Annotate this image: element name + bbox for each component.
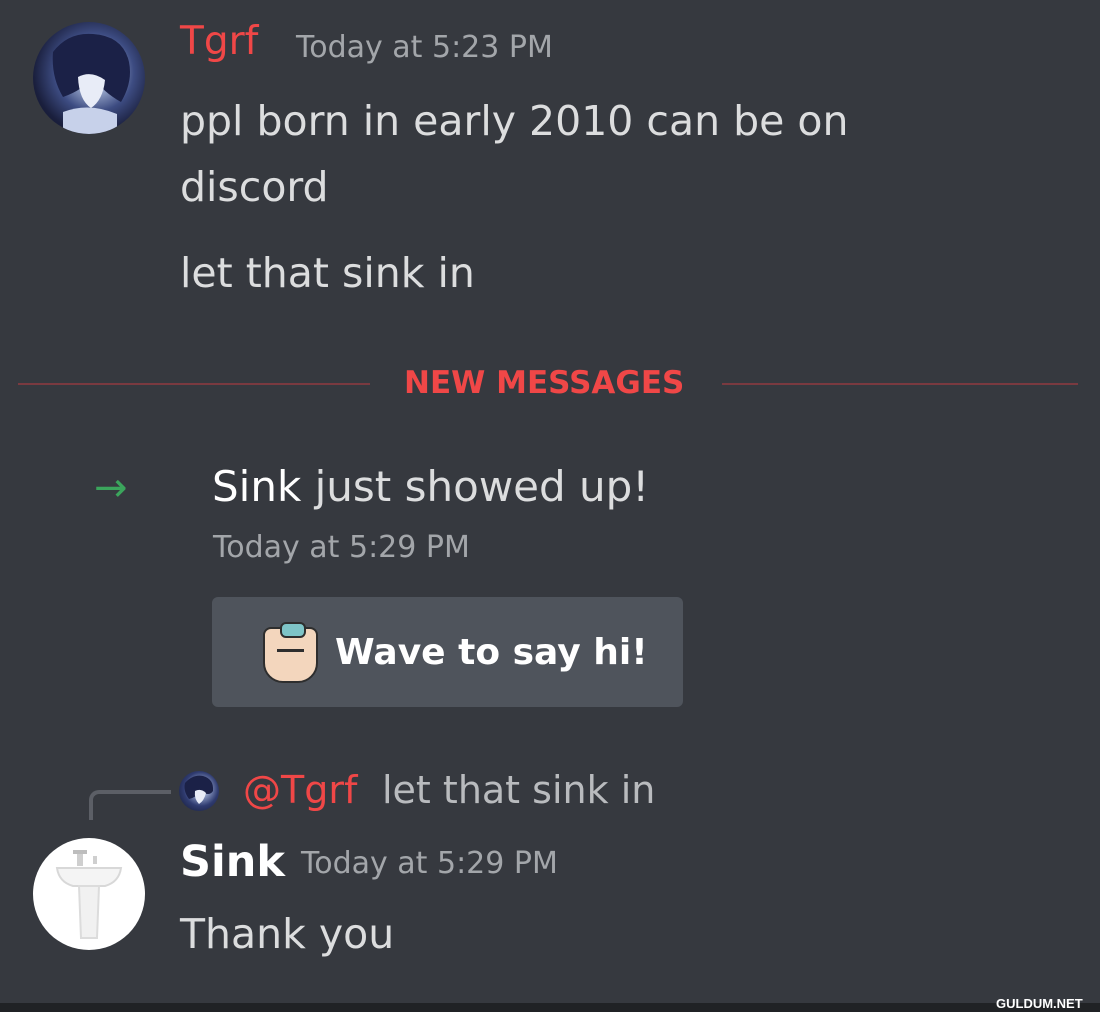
- avatar-tgrf-art: [52, 33, 130, 134]
- sink-icon: [55, 850, 123, 939]
- message-author[interactable]: Sink: [180, 841, 285, 884]
- bottom-bar: [0, 1003, 1100, 1012]
- message-timestamp: Today at 5:23 PM: [296, 30, 553, 65]
- new-messages-divider-right: [722, 383, 1078, 385]
- avatar-tgrf[interactable]: [33, 22, 145, 134]
- arrow-right-icon: →: [94, 465, 128, 511]
- avatar-sink[interactable]: [33, 838, 145, 950]
- join-timestamp: Today at 5:29 PM: [213, 530, 470, 565]
- wave-emoji-icon: [263, 622, 318, 683]
- new-messages-divider-label: NEW MESSAGES: [404, 365, 685, 401]
- reply-preview-text[interactable]: let that sink in: [382, 771, 655, 809]
- reply-spine: [89, 790, 171, 820]
- message-line: let that sink in: [180, 249, 475, 297]
- reply-mention[interactable]: @Tgrf: [243, 771, 357, 809]
- wave-button-label: Wave to say hi!: [335, 632, 648, 673]
- message-line: Thank you: [180, 910, 395, 958]
- message-line: discord: [180, 163, 329, 211]
- reply-avatar[interactable]: [179, 771, 219, 811]
- new-messages-divider-left: [18, 383, 370, 385]
- reply-avatar-art: [184, 775, 214, 804]
- message-line: ppl born in early 2010 can be on: [180, 97, 849, 145]
- message-timestamp: Today at 5:29 PM: [301, 846, 558, 881]
- wave-to-say-hi-button[interactable]: Wave to say hi!: [212, 597, 683, 707]
- message-author[interactable]: Tgrf: [180, 22, 258, 61]
- join-message: Sink just showed up!: [212, 466, 649, 508]
- watermark: GULDUM.NET: [996, 996, 1083, 1011]
- join-message-text: just showed up!: [301, 462, 650, 511]
- join-username[interactable]: Sink: [212, 462, 301, 511]
